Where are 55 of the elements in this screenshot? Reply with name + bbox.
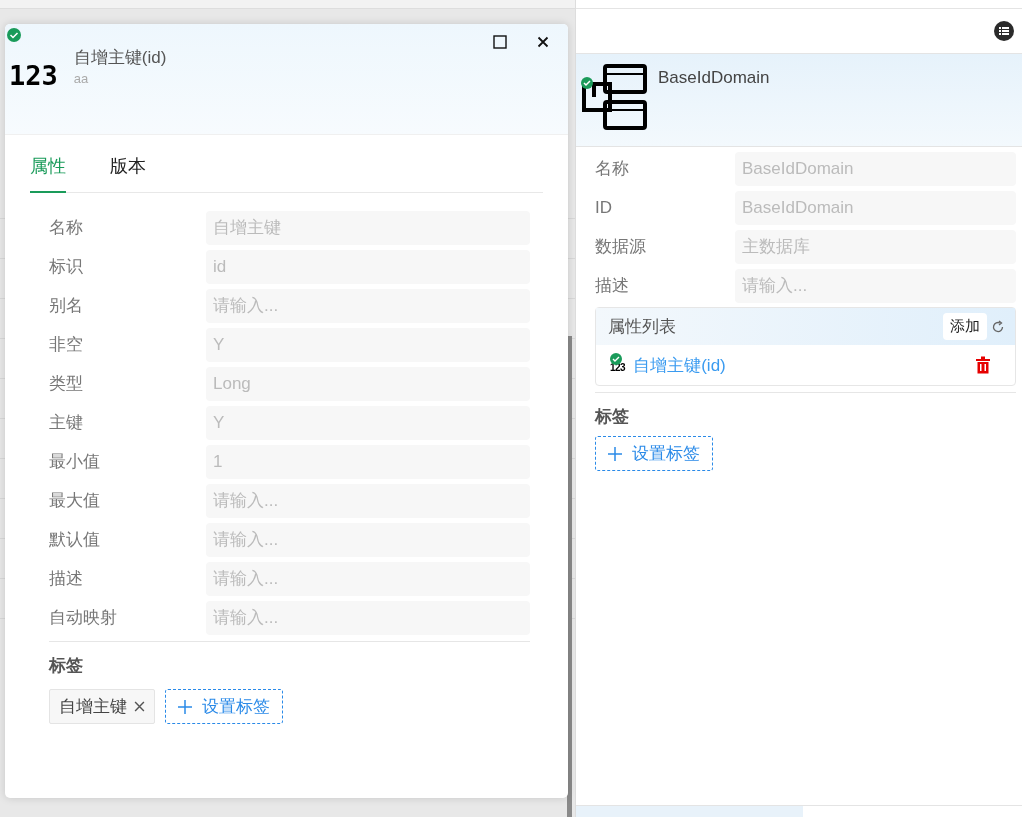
input-field[interactable]: id bbox=[206, 249, 530, 284]
domain-icon bbox=[580, 64, 648, 130]
dialog-title: 自增主键(id) bbox=[73, 47, 168, 69]
input-field[interactable]: 自增主键 bbox=[206, 210, 530, 245]
set-tags-button[interactable]: 设置标签 bbox=[165, 689, 283, 724]
tab[interactable]: 属性 bbox=[30, 154, 66, 193]
field-label: 名称 bbox=[595, 158, 630, 180]
close-icon[interactable] bbox=[537, 36, 549, 48]
tab[interactable]: 版本 bbox=[110, 154, 146, 193]
field-label: 非空 bbox=[49, 334, 84, 356]
dialog-subtitle: aa bbox=[73, 71, 90, 86]
field-label: 主键 bbox=[49, 412, 84, 434]
tags-heading: 标签 bbox=[595, 406, 630, 428]
input-field[interactable]: 请输入... bbox=[206, 288, 530, 323]
delete-icon[interactable] bbox=[975, 356, 991, 374]
field-label: 类型 bbox=[49, 373, 84, 395]
attribute-list-title: 属性列表 bbox=[608, 316, 677, 338]
field-label: 最大值 bbox=[49, 490, 101, 512]
check-icon bbox=[610, 353, 622, 365]
maximize-icon[interactable] bbox=[493, 35, 507, 49]
list-icon[interactable] bbox=[994, 21, 1014, 41]
attribute-link[interactable]: 自增主键(id) bbox=[633, 353, 975, 377]
panel-title: BaseIdDomain bbox=[658, 68, 770, 88]
field-label: 描述 bbox=[49, 568, 84, 590]
add-button[interactable]: 添加 bbox=[943, 313, 987, 340]
input-field[interactable]: BaseIdDomain bbox=[735, 190, 1016, 225]
input-field[interactable]: Long bbox=[206, 366, 530, 401]
input-field[interactable]: BaseIdDomain bbox=[735, 151, 1016, 186]
tags-heading: 标签 bbox=[49, 655, 84, 677]
field-label: ID bbox=[595, 197, 613, 218]
field-label: 最小值 bbox=[49, 451, 101, 473]
field-label: 名称 bbox=[49, 217, 84, 239]
field-label: 描述 bbox=[595, 275, 630, 297]
plus-icon bbox=[608, 446, 622, 461]
input-field[interactable]: 请输入... bbox=[735, 268, 1016, 303]
field-label: 数据源 bbox=[595, 236, 647, 258]
input-field[interactable]: Y bbox=[206, 327, 530, 362]
input-field[interactable]: Y bbox=[206, 405, 530, 440]
set-tags-button[interactable]: 设置标签 bbox=[595, 436, 713, 471]
refresh-icon[interactable] bbox=[991, 319, 1005, 334]
input-field[interactable]: 请输入... bbox=[206, 522, 530, 557]
field-label: 自动映射 bbox=[49, 607, 118, 629]
input-field[interactable]: 1 bbox=[206, 444, 530, 479]
tag-label: 自增主键 bbox=[59, 696, 127, 718]
number-icon: 123 bbox=[9, 60, 58, 91]
field-label: 标识 bbox=[49, 256, 84, 278]
check-icon bbox=[7, 28, 21, 42]
remove-icon[interactable] bbox=[134, 701, 145, 712]
input-field[interactable]: 请输入... bbox=[206, 483, 530, 518]
input-field[interactable]: 主数据库 bbox=[735, 229, 1016, 264]
field-label: 别名 bbox=[49, 295, 84, 317]
field-label: 默认值 bbox=[49, 529, 101, 551]
plus-icon bbox=[178, 699, 192, 714]
input-field[interactable]: 请输入... bbox=[206, 561, 530, 596]
input-field[interactable]: 请输入... bbox=[206, 600, 530, 635]
